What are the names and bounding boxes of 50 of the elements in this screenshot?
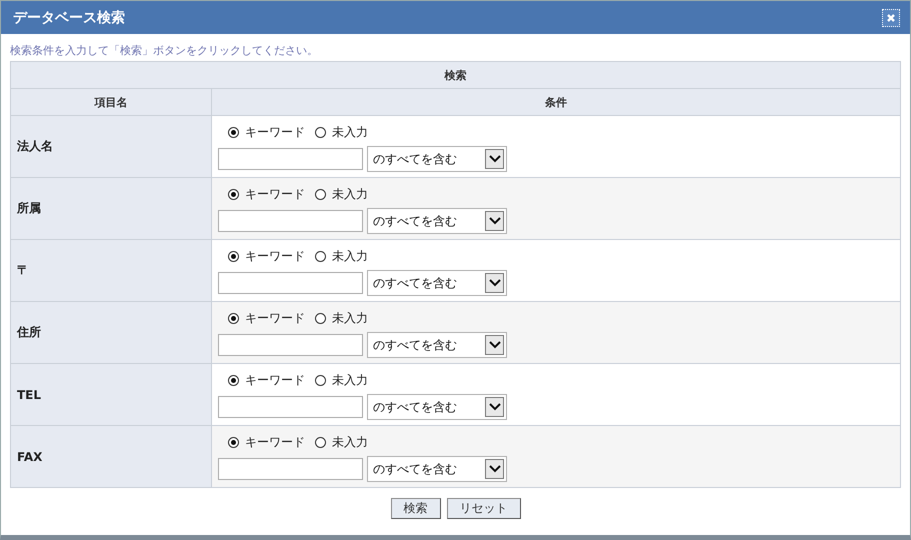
option-label: キーワード bbox=[245, 434, 305, 450]
option-label: 未入力 bbox=[332, 372, 368, 388]
option-label: キーワード bbox=[245, 124, 305, 140]
close-icon[interactable] bbox=[882, 8, 900, 26]
field-label: FAX bbox=[17, 450, 42, 464]
table-caption: 検索 bbox=[444, 68, 466, 82]
option-label: 未入力 bbox=[332, 434, 368, 450]
option-label: キーワード bbox=[245, 248, 305, 264]
keyword-field[interactable] bbox=[218, 272, 363, 294]
option-label: 未入力 bbox=[332, 186, 368, 202]
radio-button[interactable] bbox=[315, 374, 326, 386]
match-dropdown[interactable]: のすべてを含む bbox=[367, 146, 507, 172]
column-header: 条件 bbox=[545, 94, 567, 110]
option-label: キーワード bbox=[245, 186, 305, 202]
match-dropdown[interactable]: のすべてを含む bbox=[367, 270, 507, 296]
radio-button[interactable] bbox=[228, 250, 239, 262]
reset-button[interactable]: リセット bbox=[446, 498, 520, 519]
match-dropdown[interactable]: のすべてを含む bbox=[367, 394, 507, 420]
instruction-text: 検索条件を入力して「検索」ボタンをクリックしてください。 bbox=[9, 43, 319, 59]
keyword-field[interactable] bbox=[218, 396, 363, 418]
radio-button[interactable] bbox=[315, 436, 326, 448]
option-label: 未入力 bbox=[332, 248, 368, 264]
field-label: 住所 bbox=[17, 324, 41, 341]
keyword-field[interactable] bbox=[218, 334, 363, 356]
radio-button[interactable] bbox=[228, 188, 239, 200]
option-label: 未入力 bbox=[332, 124, 368, 140]
radio-button[interactable] bbox=[315, 250, 326, 262]
radio-button[interactable] bbox=[228, 436, 239, 448]
radio-button[interactable] bbox=[228, 374, 239, 386]
radio-button[interactable] bbox=[228, 312, 239, 324]
search-button[interactable]: 検索 bbox=[390, 498, 440, 519]
match-dropdown[interactable]: のすべてを含む bbox=[367, 208, 507, 234]
match-dropdown[interactable]: のすべてを含む bbox=[367, 332, 507, 358]
radio-button[interactable] bbox=[228, 126, 239, 138]
field-label: 〒 bbox=[17, 262, 29, 279]
field-label: 所属 bbox=[17, 200, 41, 217]
option-label: キーワード bbox=[245, 372, 305, 388]
keyword-field[interactable] bbox=[218, 148, 363, 170]
radio-button[interactable] bbox=[315, 188, 326, 200]
keyword-field[interactable] bbox=[218, 458, 363, 480]
field-label: 法人名 bbox=[17, 138, 53, 155]
option-label: 未入力 bbox=[332, 310, 368, 326]
column-header: 項目名 bbox=[94, 94, 128, 110]
keyword-field[interactable] bbox=[218, 210, 363, 232]
dialog-title: データベース検索 bbox=[13, 8, 125, 26]
radio-button[interactable] bbox=[315, 126, 326, 138]
option-label: キーワード bbox=[245, 310, 305, 326]
match-dropdown[interactable]: のすべてを含む bbox=[367, 456, 507, 482]
field-label: TEL bbox=[17, 388, 42, 402]
radio-button[interactable] bbox=[315, 312, 326, 324]
